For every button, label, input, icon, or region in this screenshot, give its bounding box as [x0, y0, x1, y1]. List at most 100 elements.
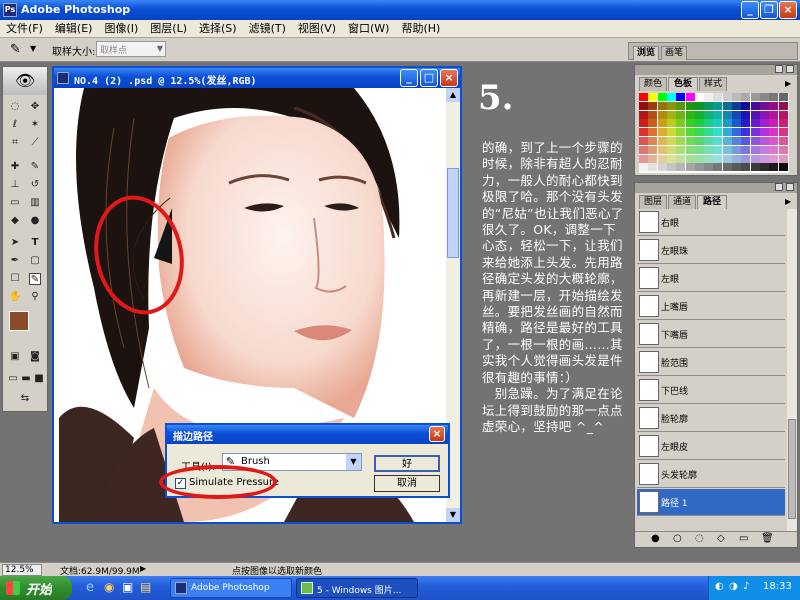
color-swatch[interactable]	[732, 128, 741, 137]
color-swatch[interactable]	[778, 119, 788, 128]
color-swatch[interactable]	[750, 163, 760, 172]
tray-icon-1[interactable]: ◐	[715, 581, 724, 592]
menu-filter[interactable]: 滤镜(T)	[243, 20, 292, 38]
color-swatch[interactable]	[778, 101, 788, 110]
tab-layers[interactable]: 图层	[639, 195, 667, 209]
color-swatch[interactable]	[769, 145, 779, 154]
adobe-eye-icon[interactable]: 👁	[15, 71, 35, 90]
color-swatch[interactable]	[722, 145, 732, 154]
color-swatch[interactable]	[657, 93, 667, 101]
path-select-icon[interactable]: ➤	[9, 237, 21, 249]
color-swatch[interactable]	[704, 119, 714, 128]
color-swatch[interactable]	[778, 93, 788, 101]
tab-brushes[interactable]: 画笔	[661, 46, 687, 60]
color-swatch[interactable]	[676, 101, 686, 110]
color-swatch[interactable]	[676, 128, 686, 137]
eraser-icon[interactable]: ▭	[9, 197, 21, 209]
paths-panel-minimize-icon[interactable]	[775, 183, 783, 191]
menu-view[interactable]: 视图(V)	[292, 20, 342, 38]
color-swatch[interactable]	[685, 110, 695, 119]
color-swatch[interactable]	[657, 101, 667, 110]
color-swatch[interactable]	[694, 137, 704, 145]
fill-path-icon[interactable]: ●	[651, 533, 660, 544]
color-swatch[interactable]	[750, 101, 760, 110]
color-swatch[interactable]	[685, 163, 695, 172]
screen-mode-full-menu-icon[interactable]: ▬	[20, 373, 32, 385]
color-swatch[interactable]	[648, 110, 658, 119]
color-swatch[interactable]	[750, 93, 760, 101]
color-swatch[interactable]	[732, 145, 741, 154]
color-swatch[interactable]	[732, 154, 741, 163]
color-swatch[interactable]	[694, 110, 704, 119]
color-swatch[interactable]	[759, 93, 769, 101]
scroll-up-button[interactable]: ▲	[446, 88, 460, 102]
color-swatch[interactable]	[694, 145, 704, 154]
color-swatch[interactable]	[704, 93, 714, 101]
task-photoshop[interactable]: Adobe Photoshop	[170, 578, 292, 598]
color-swatch[interactable]	[778, 128, 788, 137]
color-swatch[interactable]	[666, 128, 676, 137]
color-swatch[interactable]	[741, 93, 751, 101]
color-swatch[interactable]	[713, 101, 723, 110]
color-swatch[interactable]	[648, 128, 658, 137]
color-swatch[interactable]	[769, 110, 779, 119]
color-swatch[interactable]	[657, 137, 667, 145]
color-swatch[interactable]	[759, 110, 769, 119]
lasso-icon[interactable]: ℓ	[9, 119, 21, 131]
magic-wand-icon[interactable]: ✶	[29, 119, 41, 131]
color-swatch[interactable]	[676, 154, 686, 163]
scroll-down-button[interactable]: ▼	[446, 508, 460, 522]
color-swatch[interactable]	[666, 163, 676, 172]
color-swatch[interactable]	[750, 110, 760, 119]
zoom-field[interactable]: 12.5%	[2, 564, 42, 576]
color-swatch[interactable]	[694, 128, 704, 137]
color-swatch[interactable]	[704, 128, 714, 137]
color-swatch[interactable]	[657, 128, 667, 137]
color-swatch[interactable]	[704, 163, 714, 172]
panel-menu-arrow-icon[interactable]: ▶	[785, 79, 791, 88]
color-swatch[interactable]	[666, 110, 676, 119]
paths-panel-close-icon[interactable]	[786, 183, 794, 191]
close-button[interactable]: ×	[779, 1, 797, 19]
color-swatch[interactable]	[741, 145, 751, 154]
color-swatch[interactable]	[732, 137, 741, 145]
history-brush-icon[interactable]: ↺	[29, 179, 41, 191]
start-button[interactable]: 开始	[0, 576, 72, 600]
color-swatch[interactable]	[648, 154, 658, 163]
make-work-path-icon[interactable]: ◇	[717, 533, 725, 544]
color-swatch[interactable]	[666, 137, 676, 145]
color-swatch[interactable]	[648, 93, 658, 101]
stroke-path-icon[interactable]: ○	[673, 533, 682, 544]
menu-help[interactable]: 帮助(H)	[395, 20, 446, 38]
color-swatch[interactable]	[685, 154, 695, 163]
color-swatch[interactable]	[722, 110, 732, 119]
path-item[interactable]: 左眼	[637, 265, 785, 292]
menu-select[interactable]: 选择(S)	[193, 20, 243, 38]
color-swatch[interactable]	[759, 101, 769, 110]
pen-icon[interactable]: ✒	[9, 255, 21, 267]
color-swatch[interactable]	[704, 145, 714, 154]
color-swatch[interactable]	[704, 137, 714, 145]
color-swatch[interactable]	[769, 93, 779, 101]
color-swatch[interactable]	[676, 119, 686, 128]
color-swatch[interactable]	[713, 163, 723, 172]
color-swatch[interactable]	[778, 163, 788, 172]
status-arrow-icon[interactable]: ▶	[140, 564, 146, 573]
path-item-selected[interactable]: 路径 1	[637, 489, 785, 516]
color-swatch[interactable]	[657, 119, 667, 128]
color-swatch[interactable]	[732, 101, 741, 110]
tab-paths[interactable]: 路径	[697, 195, 727, 209]
tray-icon-3[interactable]: ♪	[743, 581, 749, 592]
load-selection-icon[interactable]: ◌	[695, 533, 704, 544]
color-swatch[interactable]	[676, 137, 686, 145]
hand-icon[interactable]: ✋	[9, 291, 21, 303]
doc-maximize-button[interactable]: □	[420, 69, 438, 87]
dialog-close-button[interactable]: ×	[429, 426, 445, 442]
path-item[interactable]: 脸范围	[637, 349, 785, 376]
color-swatch[interactable]	[685, 145, 695, 154]
color-swatch[interactable]	[750, 154, 760, 163]
color-swatch[interactable]	[676, 110, 686, 119]
color-swatch[interactable]	[769, 119, 779, 128]
color-swatch[interactable]	[639, 119, 648, 128]
path-item[interactable]: 右眼	[637, 209, 785, 236]
